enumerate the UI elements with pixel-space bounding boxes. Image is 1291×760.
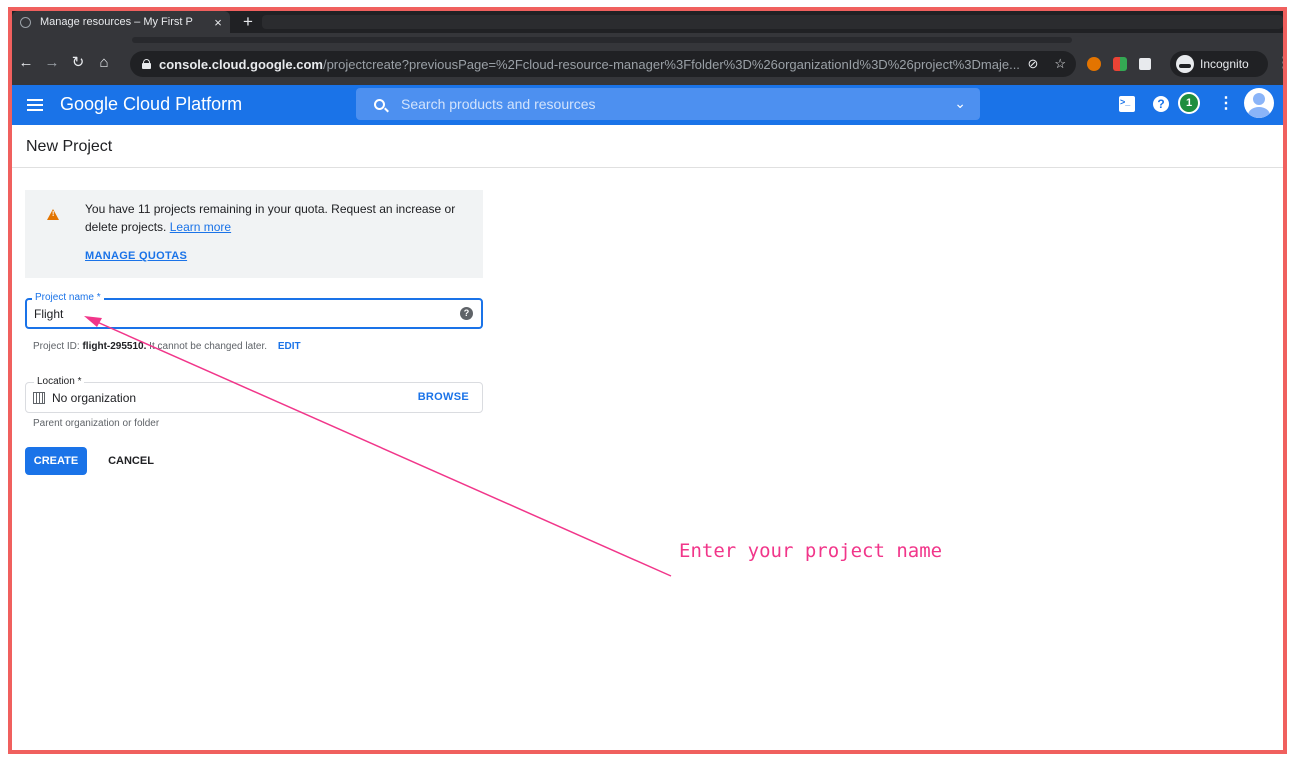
puzzle-icon[interactable] <box>1139 58 1151 70</box>
hamburger-menu-icon[interactable] <box>27 96 43 114</box>
toolbar-highlight <box>132 37 1072 43</box>
new-tab-button[interactable]: + <box>238 11 258 33</box>
screenshot-frame: Manage resources – My First P × + ← → ↻ … <box>0 0 1291 760</box>
forward-arrow-icon[interactable]: → <box>42 53 62 73</box>
edit-project-id-link[interactable]: EDIT <box>278 341 301 352</box>
location-value: No organization <box>52 391 137 405</box>
cloud-shell-icon[interactable] <box>1119 96 1135 112</box>
gear-icon <box>20 16 31 28</box>
home-icon[interactable]: ⌂ <box>94 53 114 73</box>
quota-notice: You have 11 projects remaining in your q… <box>25 190 483 278</box>
project-name-label: Project name * <box>32 292 104 303</box>
incognito-icon <box>1176 55 1194 73</box>
create-button[interactable]: CREATE <box>25 447 87 475</box>
gcp-header: Google Cloud Platform ⌄ ? 1 ⋮ <box>12 85 1283 125</box>
search-input[interactable] <box>401 96 941 112</box>
page-title: New Project <box>26 138 113 155</box>
page-title-bar: New Project <box>12 125 1283 168</box>
location-label: Location * <box>34 376 85 387</box>
location-field[interactable]: Location * No organization BROWSE <box>25 376 483 413</box>
star-icon[interactable]: ☆ <box>1054 56 1066 72</box>
tab-strip-background <box>262 15 1283 29</box>
reload-icon[interactable]: ↻ <box>68 53 88 73</box>
more-vert-icon[interactable]: ⋮ <box>1218 96 1234 112</box>
tab-title: Manage resources – My First P <box>40 16 193 28</box>
browser-toolbar: ← → ↻ ⌂ console.cloud.google.com/project… <box>12 33 1291 85</box>
url-host: console.cloud.google.com <box>159 56 323 72</box>
project-id-suffix: It cannot be changed later. <box>149 341 268 352</box>
tab-close-icon[interactable]: × <box>210 15 226 30</box>
notification-badge[interactable]: 1 <box>1178 92 1200 114</box>
building-icon <box>33 392 45 404</box>
help-icon[interactable]: ? <box>1153 96 1169 112</box>
project-id-prefix: Project ID: <box>33 341 80 352</box>
browser-tab-strip: Manage resources – My First P × + <box>12 11 1283 33</box>
wordpress-extension-icon[interactable] <box>1087 57 1101 71</box>
quota-message: You have 11 projects remaining in your q… <box>85 200 465 236</box>
url-path: /projectcreate?previousPage=%2Fcloud-res… <box>322 56 1020 72</box>
extension-icons <box>1087 54 1151 74</box>
lock-icon <box>142 59 151 69</box>
search-bar[interactable]: ⌄ <box>356 88 980 120</box>
browser-tab[interactable]: Manage resources – My First P × <box>12 11 230 33</box>
project-id-line: Project ID: flight-295510. It cannot be … <box>33 341 301 352</box>
quota-message-text: You have 11 projects remaining in your q… <box>85 202 456 234</box>
brand-title[interactable]: Google Cloud Platform <box>60 94 242 115</box>
cancel-button[interactable]: CANCEL <box>100 447 162 475</box>
browse-button[interactable]: BROWSE <box>418 391 469 403</box>
learn-more-link[interactable]: Learn more <box>170 220 231 234</box>
avatar[interactable] <box>1244 88 1274 118</box>
project-name-input[interactable] <box>34 307 434 321</box>
help-icon[interactable]: ? <box>460 307 473 320</box>
warning-icon <box>47 209 59 220</box>
color-extension-icon[interactable] <box>1113 57 1127 71</box>
project-id-value: flight-295510. <box>82 341 147 352</box>
browser-menu-icon[interactable]: ⋮ <box>1276 53 1291 71</box>
address-bar[interactable]: console.cloud.google.com/projectcreate?p… <box>130 51 1076 77</box>
annotation-label: Enter your project name <box>679 540 943 562</box>
incognito-badge[interactable]: Incognito <box>1170 51 1268 77</box>
back-arrow-icon[interactable]: ← <box>16 53 36 73</box>
manage-quotas-link[interactable]: MANAGE QUOTAS <box>85 250 187 262</box>
incognito-label: Incognito <box>1200 57 1249 71</box>
project-name-field[interactable]: Project name * ? <box>25 292 483 329</box>
search-icon <box>374 98 385 110</box>
chevron-down-icon[interactable]: ⌄ <box>954 95 966 112</box>
eye-off-icon[interactable]: ⊘ <box>1027 56 1038 72</box>
location-hint: Parent organization or folder <box>33 418 160 429</box>
